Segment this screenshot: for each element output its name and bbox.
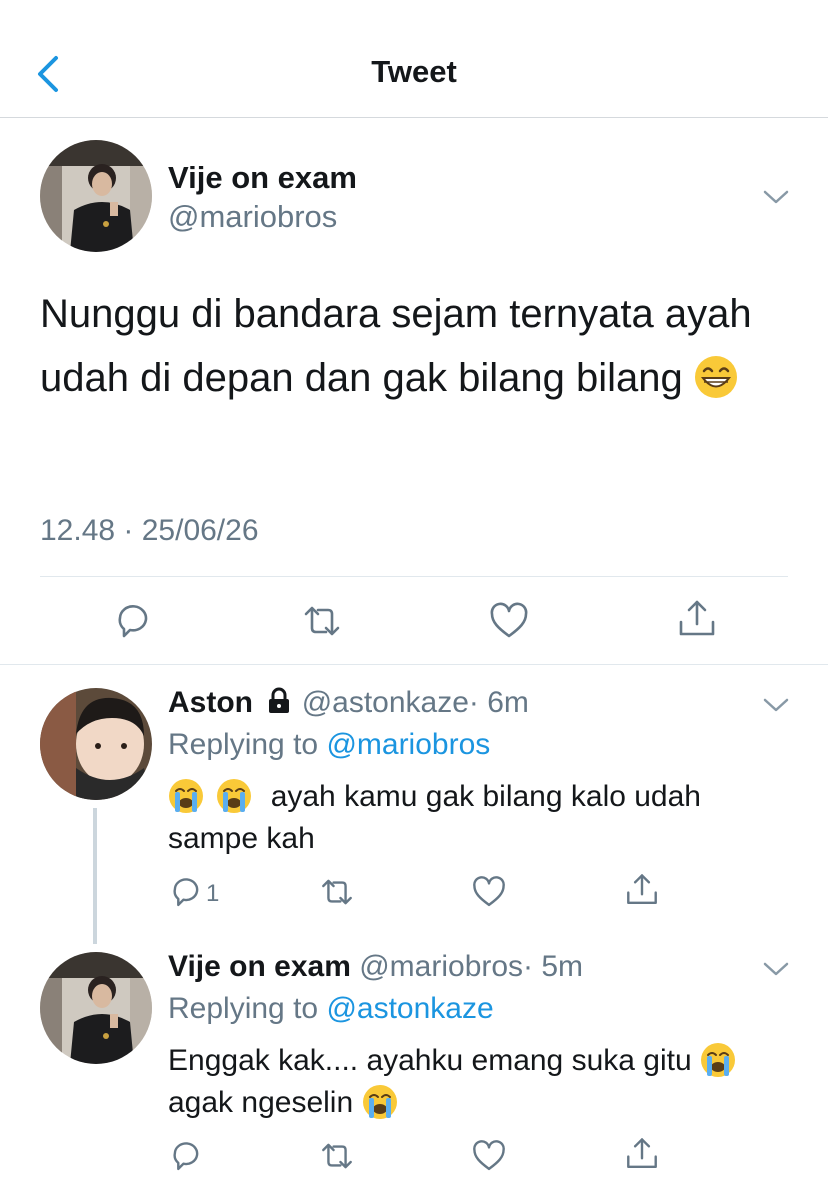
replying-to-link[interactable]: @astonkaze <box>326 992 493 1025</box>
reply-author-name: Vije on exam <box>168 950 351 983</box>
share-button[interactable] <box>624 872 660 908</box>
reply-time: · 6m <box>468 686 529 719</box>
retweet-button[interactable] <box>300 600 344 642</box>
like-button[interactable] <box>471 1138 507 1174</box>
lock-icon <box>265 686 293 722</box>
reply-text-line2: sampe kah <box>168 822 315 855</box>
more-options-button[interactable] <box>762 696 790 714</box>
heart-icon <box>490 602 528 638</box>
heart-icon <box>473 876 505 907</box>
retweet-button[interactable] <box>318 874 356 910</box>
chevron-down-icon <box>763 190 789 204</box>
reply-icon <box>173 1142 199 1171</box>
tweet-text: Nunggu di bandara sejam ternyata ayah ud… <box>40 282 800 410</box>
reply-author[interactable]: Vije on exam @mariobros· 5m <box>168 950 583 984</box>
reply-text-line1: Enggak kak.... ayahku emang suka gitu <box>168 1044 692 1077</box>
reply-text: ayah kamu gak bilang kalo udah sampe kah <box>168 776 788 860</box>
author-handle[interactable]: @mariobros <box>168 199 337 235</box>
reply-text-line1: ayah kamu gak bilang kalo udah <box>270 780 701 813</box>
author-name[interactable]: Vije on exam <box>168 160 357 196</box>
reply-icon <box>118 605 148 638</box>
retweet-button[interactable] <box>318 1138 356 1174</box>
more-options-button[interactable] <box>762 960 790 978</box>
retweet-icon <box>322 1143 352 1169</box>
avatar[interactable] <box>40 140 152 252</box>
replying-label: Replying to <box>168 728 319 761</box>
replying-to-link[interactable]: @mariobros <box>326 728 490 761</box>
chevron-down-icon <box>763 962 789 976</box>
like-button[interactable] <box>471 874 507 910</box>
share-button[interactable] <box>676 598 718 640</box>
replying-label: Replying to <box>168 992 319 1025</box>
reply-count: 1 <box>206 880 220 907</box>
heart-icon <box>473 1140 505 1171</box>
reply-author-name: Aston <box>168 686 253 719</box>
like-button[interactable] <box>488 600 530 642</box>
avatar[interactable] <box>40 688 152 800</box>
page-title: Tweet <box>371 54 457 89</box>
share-icon <box>627 874 657 905</box>
share-icon <box>627 1138 657 1169</box>
loudly-crying-emoji-icon <box>362 1084 398 1120</box>
retweet-icon <box>322 879 352 905</box>
share-icon <box>679 600 715 636</box>
retweet-icon <box>304 606 340 636</box>
loudly-crying-emoji-icon <box>216 778 252 814</box>
top-bar: Tweet <box>0 0 828 118</box>
loudly-crying-emoji-icon <box>168 778 204 814</box>
loudly-crying-emoji-icon <box>700 1042 736 1078</box>
replying-to: Replying to @mariobros <box>168 728 490 762</box>
replying-to: Replying to @astonkaze <box>168 992 494 1026</box>
reply-author-handle: @astonkaze <box>301 686 469 719</box>
reply-text: Enggak kak.... ayahku emang suka gitu ag… <box>168 1040 808 1124</box>
thread-connector <box>93 808 97 944</box>
more-options-button[interactable] <box>762 188 790 206</box>
chevron-down-icon <box>763 698 789 712</box>
reply-button[interactable] <box>168 1138 204 1174</box>
reply-text-line2: agak ngeselin <box>168 1086 354 1119</box>
divider <box>0 664 828 665</box>
reply-button[interactable] <box>168 874 204 910</box>
tweet-timestamp: 12.48 · 25/06/26 <box>40 514 259 547</box>
reply-author[interactable]: Aston @astonkaze· 6m <box>168 686 529 722</box>
share-button[interactable] <box>624 1136 660 1172</box>
reply-author-handle: @mariobros <box>359 950 524 983</box>
reply-icon <box>173 878 199 907</box>
reply-time: · 5m <box>523 950 584 983</box>
reply-button[interactable] <box>112 600 154 642</box>
tweet-body: Nunggu di bandara sejam ternyata ayah ud… <box>40 292 752 400</box>
divider <box>40 576 788 577</box>
grinning-emoji-icon <box>694 354 738 399</box>
avatar[interactable] <box>40 952 152 1064</box>
